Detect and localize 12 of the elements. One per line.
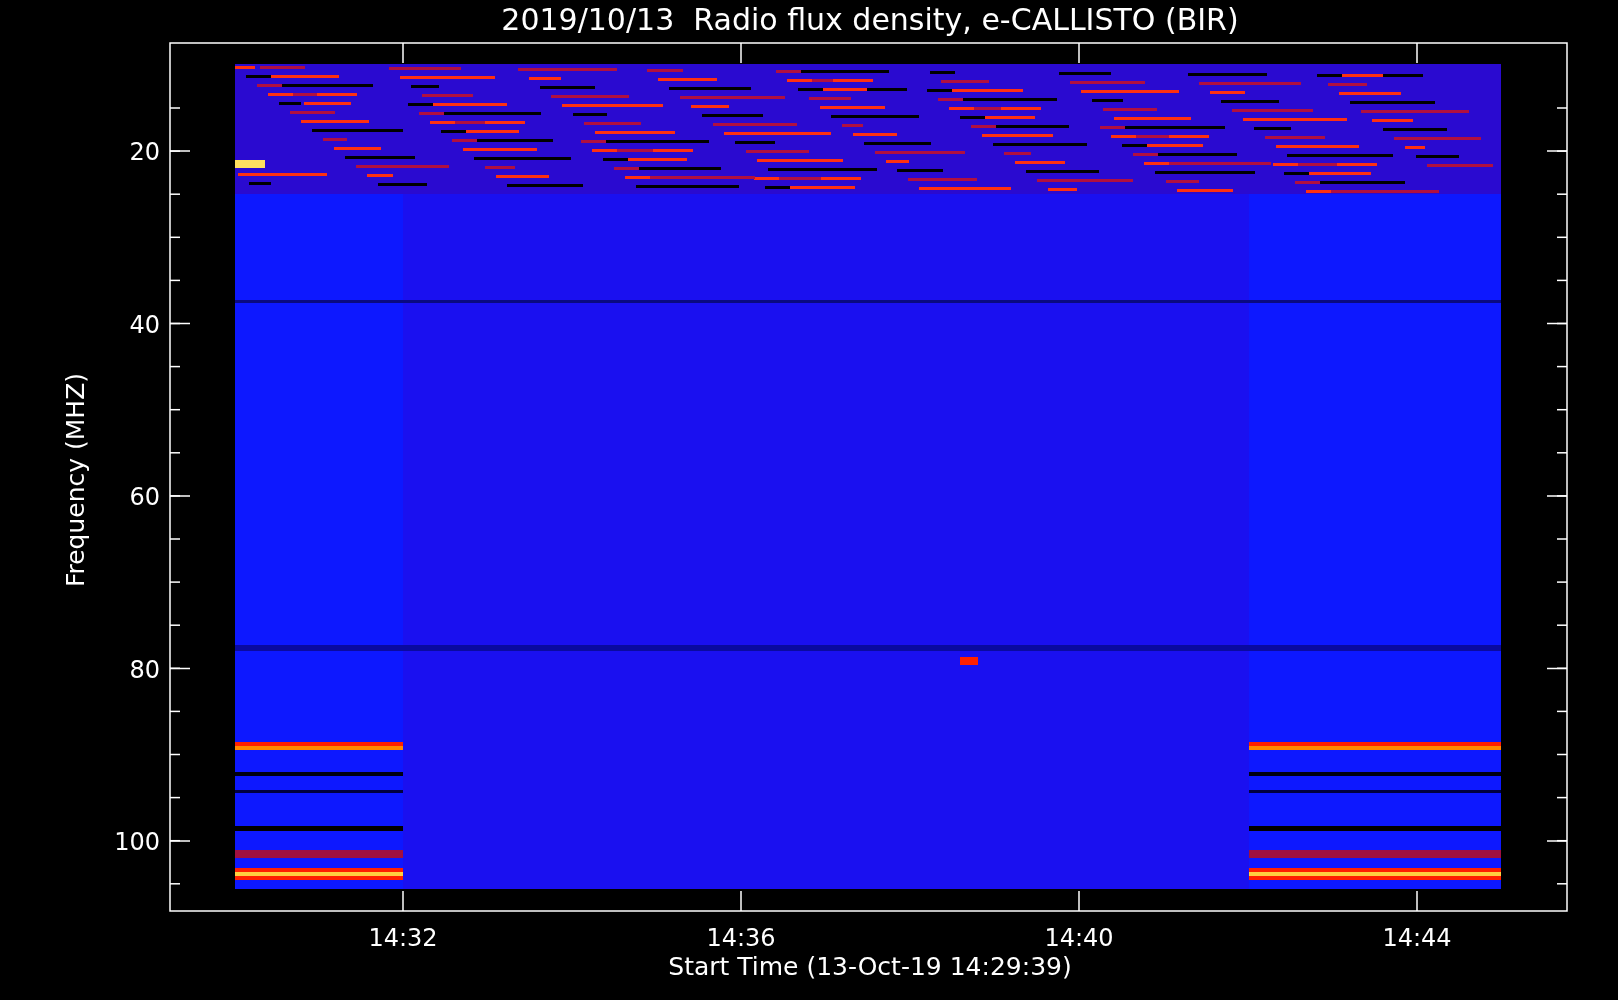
- x-axis-label: Start Time (13-Oct-19 14:29:39): [668, 952, 1072, 981]
- y-tick-label: 40: [129, 310, 160, 339]
- x-tick-label: 14:44: [1382, 924, 1452, 952]
- x-tick-label: 14:40: [1044, 924, 1114, 952]
- chart-title: 2019/10/13 Radio flux density, e-CALLISTO (BIR): [501, 2, 1239, 37]
- y-tick-label: 20: [129, 138, 160, 166]
- y-tick-label: 80: [129, 655, 160, 684]
- y-tick-label: 100: [114, 828, 160, 856]
- x-tick-label: 14:32: [368, 924, 438, 952]
- x-tick-label: 14:36: [706, 924, 776, 952]
- y-tick-label: 60: [129, 483, 160, 511]
- y-axis-label: Frequency (MHZ): [61, 372, 90, 588]
